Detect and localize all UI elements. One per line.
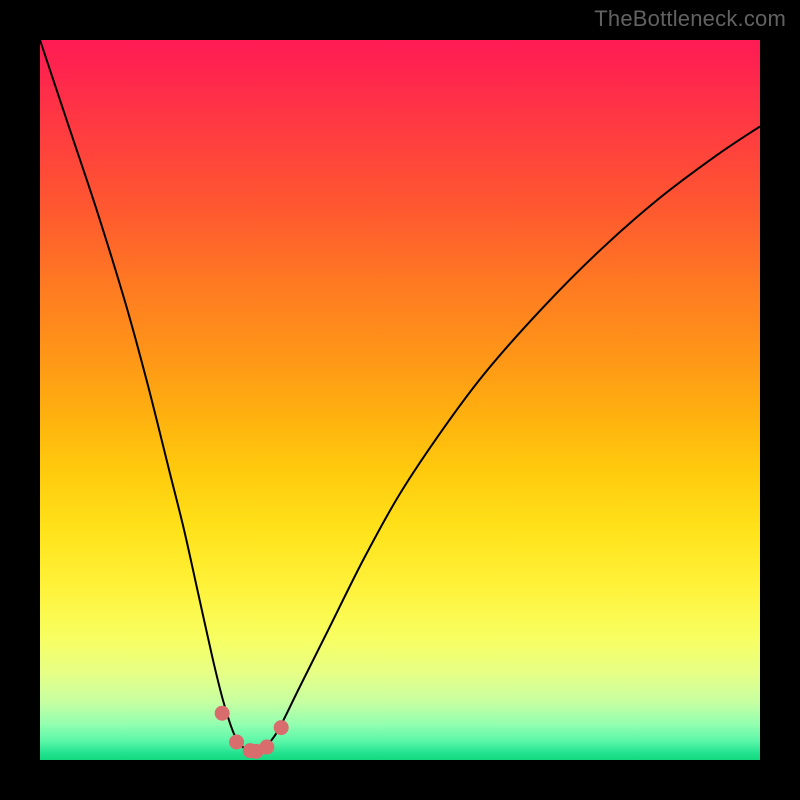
curve-dot — [229, 735, 244, 750]
chart-frame: TheBottleneck.com — [0, 0, 800, 800]
watermark-text: TheBottleneck.com — [594, 6, 786, 32]
curve-dots-group — [215, 706, 289, 759]
bottleneck-curve — [40, 40, 760, 760]
curve-dot — [215, 706, 230, 721]
curve-dot — [259, 740, 274, 755]
curve-path — [40, 40, 760, 753]
curve-dot — [274, 720, 289, 735]
plot-area — [40, 40, 760, 760]
